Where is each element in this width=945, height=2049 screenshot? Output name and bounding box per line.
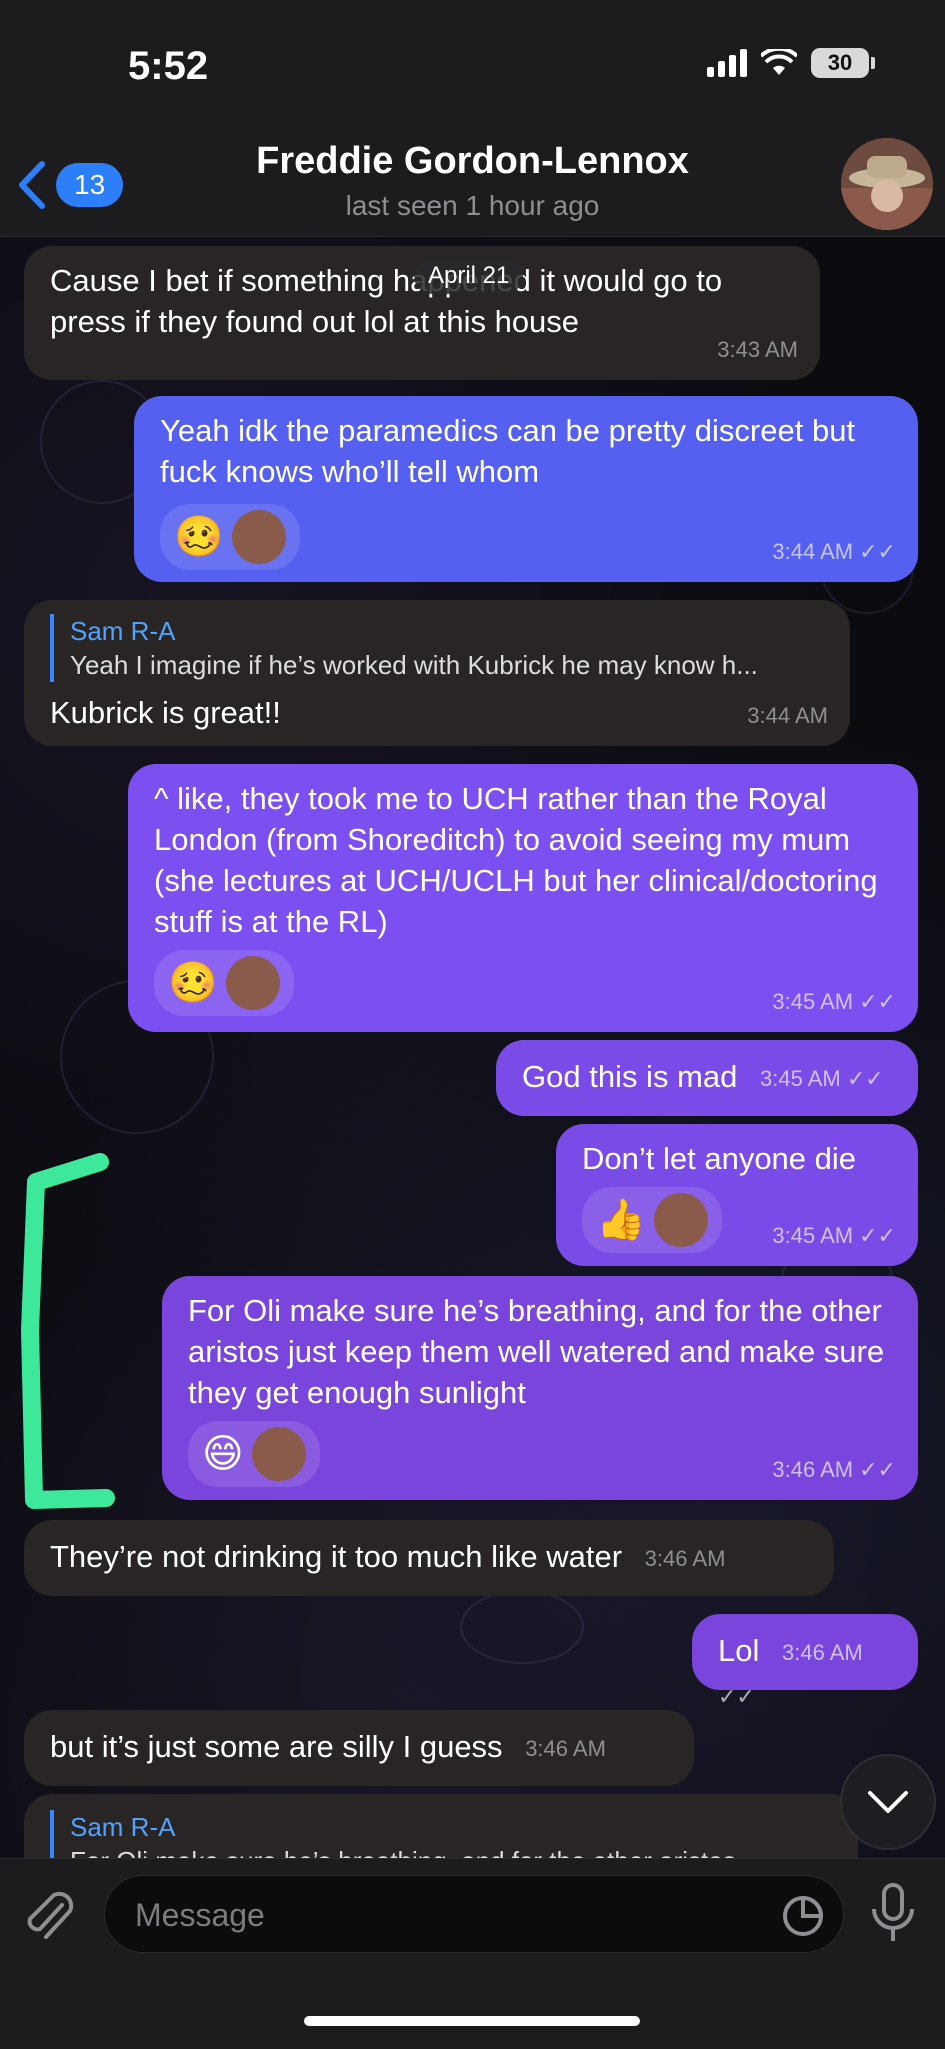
reactor-avatar [251,1427,306,1481]
double-check-icon: ✓✓ [859,1457,896,1482]
message-incoming[interactable]: They’re not drinking it too much like wa… [24,1520,834,1596]
message-time: 3:46 AM [644,1546,726,1572]
reactor-avatar [225,956,280,1010]
reaction-badge[interactable]: 🥴 [160,504,300,570]
message-text: Yeah idk the paramedics can be pretty di… [160,413,856,489]
message-text: They’re not drinking it too much like wa… [50,1539,623,1574]
message-text: ^ like, they took me to UCH rather than … [154,781,878,939]
message-time: 3:44 AM [747,703,828,728]
background-doodle [460,1590,584,1664]
message-text: but it’s just some are silly I guess [50,1729,503,1764]
annotation-bracket-icon [21,1153,115,1509]
home-indicator [304,2016,640,2026]
reactor-avatar [231,510,286,564]
double-check-icon: ✓✓ [859,1223,896,1248]
message-input-field[interactable] [104,1875,844,1954]
scroll-to-bottom-button[interactable] [840,1754,936,1850]
message-text: God this is mad [522,1059,738,1094]
status-icons: 30 [707,48,875,78]
signal-icon [707,49,747,77]
message-outgoing[interactable]: For Oli make sure he’s breathing, and fo… [162,1276,918,1500]
woozy-face-emoji: 🥴 [174,515,224,559]
message-outgoing[interactable]: Don’t let anyone die 👍 3:45 AM ✓✓ [556,1124,918,1266]
message-text: Lol [718,1633,760,1668]
message-time: 3:44 AM ✓✓ [772,531,896,572]
message-incoming[interactable]: but it’s just some are silly I guess 3:4… [24,1710,694,1786]
message-outgoing[interactable]: God this is mad 3:45 AM ✓✓ [496,1040,918,1116]
message-text: Kubrick is great!! [50,695,281,730]
message-time: 3:45 AM ✓✓ [772,981,896,1022]
message-input[interactable] [133,1876,737,1954]
message-time: 3:43 AM [717,337,798,362]
date-separator: April 21 [414,258,524,294]
last-seen-status: last seen 1 hour ago [345,190,600,221]
message-outgoing[interactable]: ^ like, they took me to UCH rather than … [128,764,918,1032]
thumbs-up-emoji: 👍 [596,1198,646,1242]
wifi-icon [761,49,797,75]
reply-author: Sam R-A [70,616,176,646]
reply-quote[interactable]: Sam R-A Yeah I imagine if he’s worked wi… [50,614,824,682]
message-time: 3:45 AM ✓✓ [760,1066,884,1092]
message-incoming-reply[interactable]: Sam R-A Yeah I imagine if he’s worked wi… [24,600,850,746]
woozy-face-emoji: 🥴 [168,961,218,1005]
chat-title[interactable]: Freddie Gordon-Lennox [0,140,945,183]
message-outgoing[interactable]: Lol 3:46 AM ✓✓ [692,1614,918,1709]
reply-author: Sam R-A [70,1812,176,1842]
message-time: 3:45 AM ✓✓ [772,1215,896,1256]
microphone-icon[interactable] [868,1881,918,1945]
double-check-icon: ✓✓ [859,989,896,1014]
chevron-down-icon [868,1791,908,1813]
battery-icon: 30 [811,48,875,78]
reaction-badge[interactable]: 🥴 [154,950,294,1016]
sticker-icon[interactable] [781,1894,825,1938]
paperclip-icon[interactable] [22,1887,76,1947]
reaction-badge[interactable]: 👍 [582,1187,722,1253]
contact-avatar[interactable] [841,138,933,230]
message-text: Don’t let anyone die [582,1141,857,1176]
status-time: 5:52 [128,44,209,88]
reply-preview: Yeah I imagine if he’s worked with Kubri… [70,650,758,680]
message-text: For Oli make sure he’s breathing, and fo… [188,1293,885,1410]
chat-header: 5:52 30 13 Freddie Gordon-Lennox last se… [0,0,945,237]
message-outgoing[interactable]: Yeah idk the paramedics can be pretty di… [134,396,918,582]
double-check-icon: ✓✓ [859,539,896,564]
reaction-badge[interactable]: 😄 [188,1421,320,1487]
reactor-avatar [653,1193,708,1247]
grinning-face-emoji: 😄 [202,1432,244,1476]
message-time: 3:46 AM ✓✓ [772,1449,896,1490]
message-time: 3:46 AM [525,1736,606,1762]
